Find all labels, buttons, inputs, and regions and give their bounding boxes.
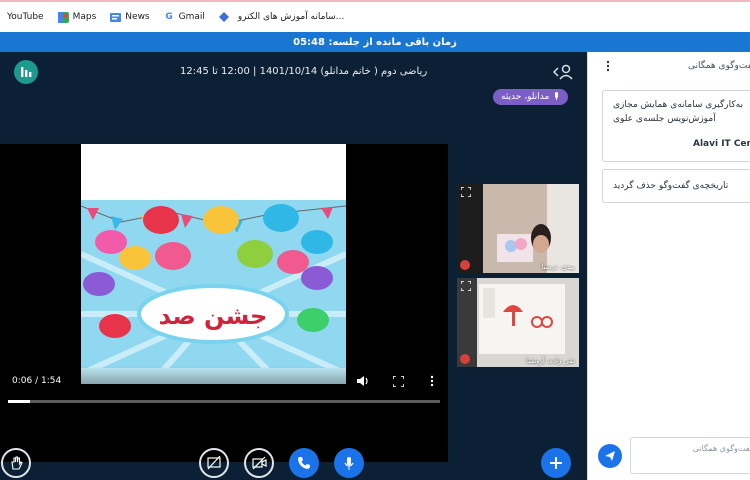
phone-icon — [298, 457, 310, 469]
video-progress-bar[interactable] — [8, 400, 440, 403]
raise-hand-button[interactable] — [1, 448, 31, 478]
camera-off-icon — [251, 456, 267, 470]
send-message-button[interactable] — [598, 444, 622, 468]
video-more-button[interactable] — [425, 374, 439, 388]
chat-cleared-text: تاریخچه‌ی گفت‌وگو حذف گردید — [613, 181, 729, 191]
maps-icon — [57, 11, 69, 23]
celebration-balloons-image: جشن صد — [79, 144, 348, 387]
webcam-user-name: نقی زاده، آرونشا — [525, 357, 575, 365]
bookmark-label: سامانه آموزش های الکترو... — [237, 12, 345, 22]
session-timer-label: زمان باقی مانده از جلسه: 05:48 — [293, 36, 457, 48]
hand-icon — [11, 456, 23, 470]
plus-icon — [550, 457, 562, 469]
welcome-line-3: Alavi IT Center — [693, 139, 750, 149]
volume-button[interactable] — [356, 374, 370, 388]
welcome-line-2: آموزش‌نویس جلسه‌ی علوی — [613, 114, 716, 124]
bookmark-label: News — [125, 12, 150, 22]
presenter-badge: مدانلو، حدیثه — [493, 89, 569, 105]
bookmark-label: Maps — [72, 12, 97, 22]
connection-stats-button[interactable] — [14, 60, 38, 84]
send-icon — [605, 451, 615, 461]
bookmark-youtube[interactable]: YouTube — [0, 2, 51, 32]
bookmark-label: YouTube — [7, 12, 44, 22]
signal-bars-icon — [21, 67, 32, 77]
meeting-header: ریاضی دوم ( خانم مدانلو) 1401/10/14 | 12… — [0, 52, 587, 92]
chat-welcome-message: به‌کارگیری سامانه‌ی همایش مجازی آموزش‌نو… — [602, 90, 750, 162]
more-vertical-icon — [606, 60, 610, 72]
actions-plus-button[interactable] — [541, 448, 571, 478]
shared-video-player[interactable]: جشن صد 0:06 / 1:54 — [0, 144, 448, 462]
muted-mic-icon — [460, 260, 470, 270]
user-icon — [552, 64, 573, 80]
microphone-icon — [344, 456, 354, 470]
webcam-user-name: بیدی، ترسنا — [541, 263, 575, 271]
video-frame: جشن صد — [79, 144, 348, 387]
webcam-video-image — [457, 184, 579, 273]
bookmark-diamond-icon — [219, 12, 230, 23]
chat-options-button[interactable] — [606, 60, 610, 75]
fullscreen-icon — [392, 375, 404, 387]
bookmark-maps[interactable]: Maps — [51, 2, 104, 32]
meeting-title: ریاضی دوم ( خانم مدانلو) 1401/10/14 | 12… — [180, 66, 428, 77]
screen-share-off-icon — [207, 456, 221, 470]
bookmark-label: Gmail — [178, 12, 205, 22]
bookmark-lms[interactable]: سامانه آموزش های الکترو... — [212, 2, 351, 32]
expand-icon[interactable] — [460, 280, 472, 294]
microphone-icon — [553, 91, 560, 103]
camera-button[interactable] — [244, 448, 274, 478]
chat-input-placeholder: فرستادن پیام به گفت‌وگوی همگانی — [692, 444, 750, 453]
webcam-tile[interactable]: بیدی، ترسنا — [457, 184, 579, 273]
google-icon: G — [165, 11, 173, 22]
bookmark-gmail[interactable]: G Gmail — [157, 2, 212, 32]
public-chat-panel: گفت‌وگوی همگانی به‌کارگیری سامانه‌ی همای… — [587, 52, 750, 480]
chat-message-input[interactable]: فرستادن پیام به گفت‌وگوی همگانی — [630, 437, 750, 474]
meeting-area: ریاضی دوم ( خانم مدانلو) 1401/10/14 | 12… — [0, 52, 587, 480]
muted-mic-icon — [460, 354, 470, 364]
more-vertical-icon — [430, 375, 434, 387]
chat-cleared-notice: تاریخچه‌ی گفت‌وگو حذف گردید — [602, 169, 750, 203]
poster-text: جشن صد — [159, 302, 268, 330]
video-time: 0:06 / 1:54 — [12, 376, 62, 386]
screen-share-button[interactable] — [199, 448, 229, 478]
news-icon — [110, 12, 122, 23]
session-timer-bar: زمان باقی مانده از جلسه: 05:48 — [0, 32, 750, 52]
user-list-toggle[interactable] — [552, 63, 574, 81]
webcam-tile[interactable]: نقی زاده، آرونشا — [457, 278, 579, 367]
bookmarks-bar: YouTube Maps News G Gmail سامانه آموزش ه… — [0, 0, 750, 32]
volume-icon — [357, 376, 368, 386]
expand-icon[interactable] — [460, 186, 472, 200]
chat-header: گفت‌وگوی همگانی — [588, 52, 750, 82]
bookmark-news[interactable]: News — [103, 2, 156, 32]
app-window: YouTube Maps News G Gmail سامانه آموزش ه… — [0, 0, 750, 480]
microphone-button[interactable] — [334, 448, 364, 478]
video-progress-fill — [8, 400, 30, 403]
chat-title: گفت‌وگوی همگانی — [688, 61, 750, 71]
audio-join-button[interactable] — [289, 448, 319, 478]
presenter-name: مدانلو، حدیثه — [501, 92, 550, 102]
webcam-video-image — [457, 278, 579, 367]
welcome-line-1: به‌کارگیری سامانه‌ی همایش مجازی — [613, 100, 743, 110]
fullscreen-button[interactable] — [391, 374, 405, 388]
